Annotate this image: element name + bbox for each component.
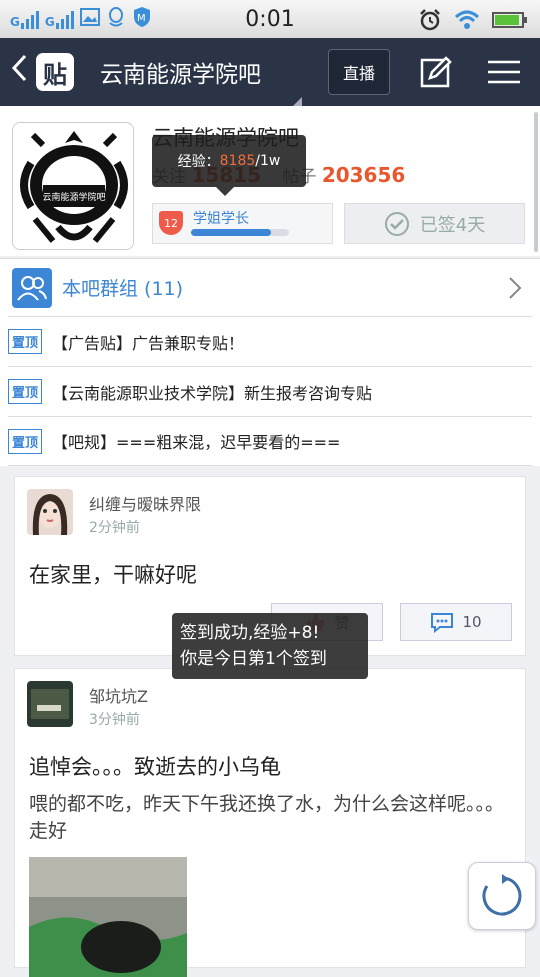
- signed-in-button[interactable]: 已签4天: [344, 203, 525, 244]
- post-username[interactable]: 纠缠与暧昧界限: [89, 491, 201, 515]
- user-avatar[interactable]: [27, 681, 73, 727]
- forum-avatar[interactable]: 云南能源学院吧: [12, 122, 134, 250]
- pinned-tag: 置顶: [8, 329, 43, 354]
- chevron-left-icon: [11, 54, 27, 82]
- check-circle-icon: [384, 211, 409, 236]
- refresh-button[interactable]: [468, 862, 536, 930]
- pinned-title: 【吧规】===粗来混，迟早要看的===: [52, 433, 341, 452]
- live-button[interactable]: 直播: [328, 49, 391, 95]
- pinned-tag: 置顶: [8, 428, 43, 454]
- level-progress-fill: [191, 229, 272, 236]
- edit-post-button[interactable]: [420, 56, 452, 88]
- level-title: 学姐学长: [193, 211, 249, 227]
- status-bar: G G M 0:01: [0, 0, 540, 38]
- pinned-list: 置顶 【广告贴】广告兼职专贴！ 置顶 【云南能源职业技术学院】新生报考咨询专贴 …: [0, 316, 540, 466]
- comment-icon: [431, 613, 454, 633]
- gallery-icon: [79, 8, 100, 30]
- level-progress-track: [191, 229, 289, 236]
- experience-tooltip: 经验： 8185/1w: [152, 135, 306, 196]
- pinned-title: 【广告贴】广告兼职专贴！: [52, 333, 245, 353]
- toast-line-2: 你是今日第1个签到: [180, 649, 327, 669]
- tooltip-prefix: 经验：: [177, 154, 220, 170]
- comment-button[interactable]: 10: [400, 603, 512, 641]
- post-time: 2分钟前: [89, 520, 140, 536]
- signal-icon: G: [10, 9, 39, 29]
- group-label: 本吧群组 (11): [62, 278, 184, 300]
- tieba-logo[interactable]: 贴: [36, 53, 74, 91]
- level-badge: 12: [159, 211, 183, 235]
- forum-title[interactable]: 云南能源学院吧: [100, 55, 302, 107]
- post-image[interactable]: [29, 857, 187, 977]
- svg-text:云南能源学院吧: 云南能源学院吧: [42, 191, 105, 203]
- alarm-icon: [418, 8, 442, 36]
- toast-line-1: 签到成功,经验+8!: [180, 623, 320, 643]
- sign-in-toast: 签到成功,经验+8! 你是今日第1个签到: [172, 613, 368, 679]
- tooltip-exp: 8185: [219, 153, 256, 169]
- pinned-item[interactable]: 置顶 【云南能源职业技术学院】新生报考咨询专贴: [8, 366, 532, 416]
- group-icon: [12, 267, 52, 308]
- pinned-item[interactable]: 置顶 【吧规】===粗来混，迟早要看的===: [8, 416, 532, 466]
- user-avatar[interactable]: [27, 489, 73, 535]
- svg-text:M: M: [137, 13, 146, 24]
- post-body: 喂的都不吃，昨天下午我还换了水，为什么会这样呢。。。走好: [29, 793, 505, 842]
- posts-count: 203656: [321, 163, 406, 187]
- menu-icon: [488, 60, 521, 84]
- post-title[interactable]: 追悼会。。。致逝去的小乌龟: [29, 751, 281, 781]
- scrollbar[interactable]: [534, 112, 538, 252]
- edit-icon: [420, 56, 452, 88]
- refresh-icon: [482, 874, 522, 916]
- user-level-box[interactable]: 12 学姐学长: [152, 203, 333, 244]
- wifi-icon: [454, 10, 480, 34]
- comment-count: 10: [462, 613, 482, 631]
- forum-crest-logo: 云南能源学院吧: [13, 123, 133, 249]
- pinned-title: 【云南能源职业技术学院】新生报考咨询专贴: [52, 383, 373, 403]
- back-button[interactable]: [4, 53, 34, 91]
- pinned-item[interactable]: 置顶 【广告贴】广告兼职专贴！: [8, 316, 532, 366]
- tooltip-suffix: /1w: [255, 153, 281, 169]
- post-card[interactable]: 邹坑坑Z 3分钟前 追悼会。。。致逝去的小乌龟 喂的都不吃，昨天下午我还换了水，…: [14, 668, 526, 977]
- pinned-tag: 置顶: [8, 379, 43, 404]
- security-shield-icon: M: [132, 6, 152, 32]
- status-left: G G M: [10, 6, 152, 32]
- signal-icon-2: G: [45, 9, 74, 29]
- menu-button[interactable]: [488, 56, 521, 88]
- chevron-right-icon: [508, 276, 522, 304]
- qq-icon: [106, 6, 126, 32]
- battery-icon: [492, 11, 528, 33]
- post-username[interactable]: 邹坑坑Z: [89, 683, 148, 707]
- signed-label: 已签4天: [419, 214, 486, 236]
- post-time: 3分钟前: [89, 712, 140, 728]
- status-right: [418, 8, 528, 36]
- group-row[interactable]: 本吧群组 (11): [0, 258, 540, 316]
- forum-top-bar: 贴 云南能源学院吧 直播: [0, 38, 540, 107]
- post-title[interactable]: 在家里，干嘛好呢: [29, 559, 197, 589]
